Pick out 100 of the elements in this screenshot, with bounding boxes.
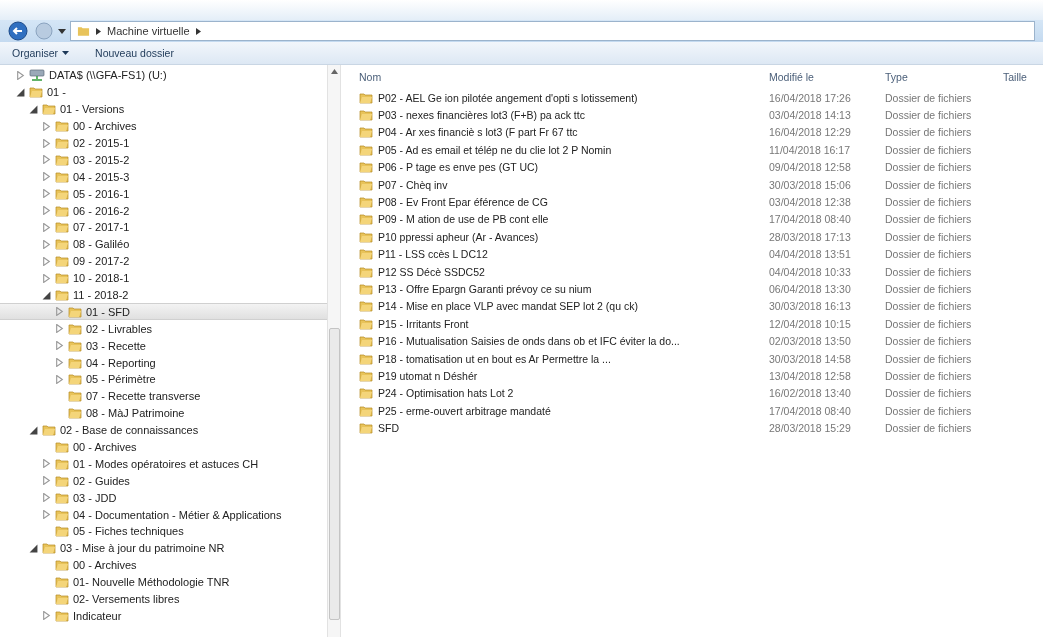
expanded-arrow-icon[interactable] <box>16 87 25 97</box>
scrollbar-thumb[interactable] <box>328 328 340 620</box>
collapsed-arrow-icon[interactable] <box>42 510 51 520</box>
folder-icon <box>359 352 373 365</box>
collapsed-arrow-icon[interactable] <box>42 155 51 165</box>
collapsed-arrow-icon[interactable] <box>55 358 64 368</box>
tree-item[interactable]: 03 - JDD <box>0 489 328 507</box>
tree-item[interactable]: 07 - 2017-1 <box>0 219 328 236</box>
collapsed-arrow-icon[interactable] <box>42 172 51 182</box>
file-name[interactable]: P04 - Ar xes financiè s lot3 (F part Fr 67 ttc <box>359 126 769 139</box>
file-type: Dossier de fichiers <box>885 404 973 417</box>
collapsed-arrow-icon[interactable] <box>42 611 51 621</box>
collapsed-arrow-icon[interactable] <box>42 273 51 283</box>
tree-item[interactable]: 01 - Versions <box>0 100 328 118</box>
tree-item[interactable]: 02 - Livrables <box>0 320 328 338</box>
file-name[interactable]: P24 - Optimisation hats Lot 2 <box>359 387 769 400</box>
collapsed-arrow-icon[interactable] <box>55 341 64 351</box>
collapsed-arrow-icon[interactable] <box>42 138 51 148</box>
chevron-icon[interactable] <box>195 27 201 35</box>
tree-item[interactable]: 02 - 2015-1 <box>0 134 328 152</box>
expanded-arrow-icon[interactable] <box>29 104 38 114</box>
file-name[interactable]: P08 - Ev Front Epar éférence de CG <box>359 196 769 209</box>
file-name[interactable]: P13 - Offre Epargn Garanti prévoy ce su nium <box>359 283 769 295</box>
tree-item[interactable]: 05 - Fiches techniques <box>0 523 328 540</box>
file-name[interactable]: P12 SS Décè SSDC52 <box>359 265 769 278</box>
file-name[interactable]: P03 - nexes financières lot3 (F+B) pa ack ttc <box>359 109 769 122</box>
tree-item-label: 04 - Documentation - Métier & Applications <box>73 508 282 521</box>
collapsed-arrow-icon[interactable] <box>42 493 51 503</box>
collapsed-arrow-icon[interactable] <box>55 307 64 317</box>
column-header[interactable]: Type <box>885 71 1003 83</box>
expanded-arrow-icon[interactable] <box>42 290 51 300</box>
file-name[interactable]: P06 - P tage es enve pes (GT UC) <box>359 161 769 174</box>
tree-item[interactable]: 04 - Documentation - Métier & Applications <box>0 506 328 524</box>
tree-item[interactable]: 08 - MàJ Patrimoine <box>0 404 328 422</box>
file-name[interactable]: P05 - Ad es email et télép ne du clie lot 2 P Nomin <box>359 143 769 156</box>
scroll-up-icon[interactable] <box>330 69 338 74</box>
file-name[interactable]: P25 - erme-ouvert arbitrage mandaté <box>359 404 769 417</box>
tree-item[interactable]: 11 - 2018-2 <box>0 286 328 304</box>
tree-item[interactable]: 04 - 2015-3 <box>0 168 328 186</box>
tree-item[interactable]: 00 - Archives <box>0 438 328 456</box>
tree-item[interactable]: 00 - Archives <box>0 556 328 574</box>
file-name[interactable]: P07 - Chèq inv <box>359 178 769 191</box>
caret-icon[interactable] <box>58 27 66 35</box>
file-name[interactable]: P02 - AEL Ge ion pilotée angement d'opti s lotissement) <box>359 91 769 104</box>
collapsed-arrow-icon[interactable] <box>55 324 64 334</box>
file-name[interactable]: P16 - Mutualisation Saisies de onds dans ob et IFC éviter la do... <box>359 335 769 348</box>
tree-item[interactable]: Indicateur <box>0 607 328 625</box>
tree-item[interactable]: 01 - Modes opératoires et astuces CH <box>0 455 328 473</box>
tree-item[interactable]: 03 - Recette <box>0 337 328 355</box>
tree-item[interactable]: 01- Nouvelle Méthodologie TNR <box>0 573 328 591</box>
tree-item[interactable]: 02 - Base de connaissances <box>0 421 328 439</box>
expanded-arrow-icon[interactable] <box>29 425 38 435</box>
tree-item[interactable]: 09 - 2017-2 <box>0 252 328 270</box>
file-name[interactable]: P19 utomat n Déshér <box>359 369 769 382</box>
tree-item[interactable]: 01 - <box>0 83 328 101</box>
collapsed-arrow-icon[interactable] <box>42 239 51 249</box>
collapsed-arrow-icon[interactable] <box>42 189 51 199</box>
folder-icon <box>359 91 373 104</box>
tree-item[interactable]: 08 - Galiléo <box>0 235 328 253</box>
tree-item[interactable]: 06 - 2016-2 <box>0 202 328 219</box>
tree-item[interactable]: 05 - 2016-1 <box>0 185 328 203</box>
tree-item[interactable]: 00 - Archives <box>0 117 328 135</box>
column-header[interactable]: Nom <box>359 71 769 83</box>
tree-item[interactable]: 01 - SFD <box>0 303 328 321</box>
scrollbar[interactable] <box>327 65 341 637</box>
column-header[interactable]: Taille <box>1003 71 1043 83</box>
back-button[interactable] <box>8 21 30 41</box>
tree-item[interactable]: 05 - Périmètre <box>0 371 328 388</box>
address-bar[interactable]: Machine virtuelle <box>70 21 1035 41</box>
file-name[interactable]: P10 ppressi apheur (Ar - Avances) <box>359 230 769 243</box>
tree-item[interactable]: 03 - 2015-2 <box>0 151 328 169</box>
file-name[interactable]: SFD <box>359 422 769 435</box>
tree-item[interactable]: 07 - Recette transverse <box>0 387 328 405</box>
collapsed-arrow-icon[interactable] <box>42 256 51 266</box>
tree-item[interactable]: 04 - Reporting <box>0 354 328 372</box>
chevron-icon[interactable] <box>96 27 101 35</box>
breadcrumb-segment[interactable]: Machine virtuelle <box>107 25 190 37</box>
file-name[interactable]: P15 - Irritants Front <box>359 317 769 330</box>
collapsed-arrow-icon[interactable] <box>42 476 51 486</box>
file-name[interactable]: P18 - tomatisation ut en bout es Ar Permettre la ... <box>359 352 769 365</box>
tree-item[interactable]: 03 - Mise à jour du patrimoine NR <box>0 539 328 557</box>
folder-icon <box>68 356 82 369</box>
folder-icon <box>359 109 373 122</box>
file-name[interactable]: P09 - M ation de use de PB cont elle <box>359 213 769 226</box>
toolbar-button[interactable]: Nouveau dossier <box>91 45 178 61</box>
tree-item[interactable]: 02 - Guides <box>0 472 328 490</box>
file-name[interactable]: P14 - Mise en place VLP avec mandat SEP lot 2 (qu ck) <box>359 300 769 313</box>
tree-item[interactable]: DATA$ (\\GFA-FS1) (U:) <box>0 67 328 84</box>
file-name[interactable]: P11 - LSS ccès L DC12 <box>359 248 769 261</box>
collapsed-arrow-icon[interactable] <box>42 459 51 469</box>
toolbar-button[interactable]: Organiser <box>8 45 74 61</box>
expanded-arrow-icon[interactable] <box>29 543 38 553</box>
column-header[interactable]: Modifié le <box>769 71 885 83</box>
collapsed-arrow-icon[interactable] <box>55 374 64 384</box>
tree-item[interactable]: 02- Versements libres <box>0 590 328 608</box>
collapsed-arrow-icon[interactable] <box>42 121 51 131</box>
collapsed-arrow-icon[interactable] <box>42 206 51 216</box>
collapsed-arrow-icon[interactable] <box>42 222 51 232</box>
tree-item[interactable]: 10 - 2018-1 <box>0 269 328 287</box>
collapsed-arrow-icon[interactable] <box>16 70 25 80</box>
